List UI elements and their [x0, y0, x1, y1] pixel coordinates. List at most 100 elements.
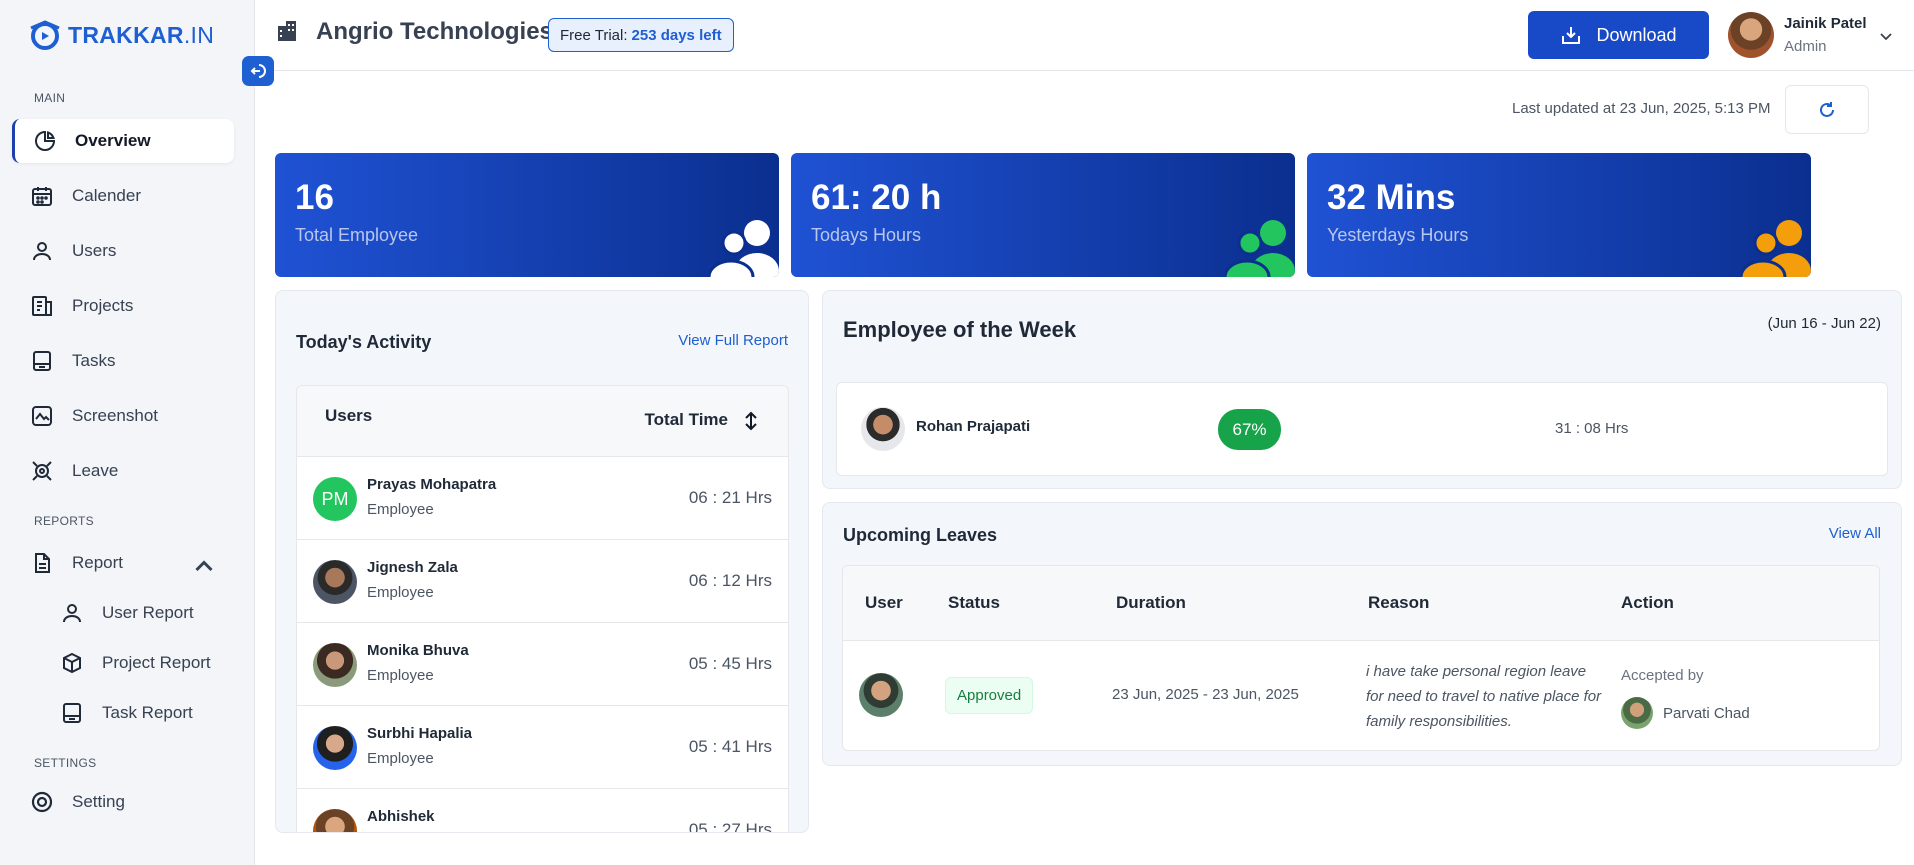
- trial-days: 253 days left: [631, 26, 722, 44]
- trial-badge: Free Trial: 253 days left: [548, 18, 734, 52]
- sidebar-collapse-button[interactable]: [242, 56, 274, 86]
- employee-of-week-panel: Employee of the Week (Jun 16 - Jun 22) R…: [822, 290, 1902, 489]
- sidebar-item-calender[interactable]: Calender: [12, 174, 234, 218]
- section-label-reports: REPORTS: [34, 514, 94, 528]
- sidebar-item-tasks[interactable]: Tasks: [12, 339, 234, 383]
- employee-name: Rohan Prajapati: [916, 418, 1031, 435]
- sidebar-item-screenshot[interactable]: Screenshot: [12, 394, 234, 438]
- leave-duration: 23 Jun, 2025 - 23 Jun, 2025: [1112, 686, 1299, 703]
- total-time: 06 : 12 Hrs: [688, 571, 772, 590]
- avatar: [1621, 697, 1653, 729]
- sidebar-item-label: Tasks: [72, 351, 116, 370]
- status-badge: Approved: [945, 677, 1034, 714]
- panel-title: Employee of the Week: [843, 317, 1077, 342]
- table-row[interactable]: Approved 23 Jun, 2025 - 23 Jun, 2025 i h…: [843, 641, 1879, 750]
- tasks-icon: [33, 351, 51, 371]
- leave-icon: [32, 461, 52, 481]
- table-row[interactable]: Surbhi Hapalia Employee 05 : 41 Hrs: [297, 706, 788, 789]
- building-icon: [278, 21, 296, 41]
- download-button[interactable]: Download: [1528, 11, 1709, 59]
- sidebar-item-report[interactable]: Report: [12, 541, 234, 585]
- employee-hours: 31 : 08 Hrs: [1555, 420, 1629, 437]
- stat-value: 61: 20 h: [811, 178, 942, 217]
- sidebar-item-label: Calender: [72, 186, 141, 205]
- upcoming-leaves-panel: Upcoming Leaves View All User Status Dur…: [822, 502, 1902, 766]
- avatar: [1728, 12, 1774, 58]
- brand-name: TRAKKAR.IN: [68, 21, 215, 48]
- projects-icon: [32, 296, 52, 316]
- view-all-link[interactable]: View All: [1829, 525, 1881, 542]
- accepted-by-name: Parvati Chad: [1663, 704, 1750, 722]
- sidebar-item-projects[interactable]: Projects: [12, 284, 234, 328]
- employee-name: Surbhi Hapalia: [367, 725, 473, 742]
- download-label: Download: [1596, 24, 1677, 45]
- avatar: [313, 560, 357, 604]
- sidebar-item-overview[interactable]: Overview: [12, 119, 234, 163]
- view-full-report-link[interactable]: View Full Report: [678, 332, 788, 349]
- accepted-by: Parvati Chad: [1621, 697, 1750, 729]
- cube-icon: [63, 652, 81, 674]
- sidebar-item-label: Project Report: [102, 653, 211, 672]
- logo-icon: [30, 20, 60, 50]
- last-updated-text: Last updated at 23 Jun, 2025, 5:13 PM: [1512, 100, 1771, 117]
- employee-role: Employee: [367, 667, 434, 684]
- column-header-reason: Reason: [1368, 593, 1430, 612]
- sidebar-item-user-report[interactable]: User Report: [42, 591, 232, 635]
- stat-label: Todays Hours: [811, 225, 922, 245]
- user-name: Jainik Patel: [1784, 15, 1867, 32]
- table-row[interactable]: PM Prayas Mohapatra Employee 06 : 21 Hrs: [297, 457, 788, 540]
- users-group-icon: [1741, 220, 1811, 277]
- total-time: 05 : 27 Hrs: [688, 820, 772, 833]
- user-menu[interactable]: Jainik Patel Admin: [1728, 12, 1867, 58]
- table-header: Users Total Time: [297, 386, 788, 457]
- sidebar-item-leave[interactable]: Leave: [12, 449, 234, 493]
- user-icon: [33, 242, 51, 261]
- report-icon: [35, 553, 50, 573]
- panel-title: Today's Activity: [296, 332, 432, 352]
- activity-table: Users Total Time PM Prayas Mohapatra Emp…: [296, 385, 789, 833]
- sidebar-item-label: Users: [72, 241, 117, 260]
- leave-reason: i have take personal region leave for ne…: [1366, 663, 1602, 730]
- section-label-main: MAIN: [34, 91, 66, 105]
- panel-title: Upcoming Leaves: [843, 525, 998, 545]
- sidebar-item-label: Screenshot: [72, 406, 158, 425]
- refresh-button[interactable]: [1785, 85, 1869, 134]
- stat-card-total-employee: 16 Total Employee: [275, 153, 779, 277]
- table-row[interactable]: Abhishek Employee 05 : 27 Hrs: [297, 789, 788, 833]
- chevron-down-icon[interactable]: [1878, 28, 1894, 44]
- top-header: Angrio Technologies Free Trial: 253 days…: [256, 0, 1914, 71]
- stat-card-todays-hours: 61: 20 h Todays Hours: [791, 153, 1295, 277]
- avatar: [313, 643, 357, 687]
- column-header-total-time[interactable]: Total Time: [645, 410, 728, 430]
- collapse-icon: [250, 64, 266, 78]
- column-header-duration: Duration: [1116, 593, 1186, 612]
- sidebar-item-label: Report: [72, 553, 124, 572]
- refresh-icon: [1820, 101, 1834, 117]
- tasks-icon: [63, 703, 81, 723]
- table-row[interactable]: Monika Bhuva Employee 05 : 45 Hrs: [297, 623, 788, 706]
- download-icon: [1562, 27, 1581, 44]
- brand-logo[interactable]: TRAKKAR.IN: [28, 18, 214, 52]
- sidebar-item-setting[interactable]: Setting: [12, 780, 234, 824]
- users-group-icon: [709, 220, 779, 277]
- sidebar-item-users[interactable]: Users: [12, 229, 234, 273]
- sidebar-item-label: Overview: [75, 131, 151, 150]
- table-header: User Status Duration Reason Action: [843, 566, 1879, 641]
- chevron-up-icon[interactable]: [192, 555, 216, 579]
- sidebar-item-task-report[interactable]: Task Report: [42, 691, 232, 735]
- sidebar: TRAKKAR.IN MAIN Overview Calender Users …: [0, 0, 255, 865]
- overview-icon: [35, 130, 56, 151]
- employee-of-week-card[interactable]: Rohan Prajapati 67% 31 : 08 Hrs: [836, 382, 1888, 476]
- sort-icon[interactable]: [742, 410, 760, 432]
- sidebar-item-label: Task Report: [102, 703, 193, 722]
- trial-prefix: Free Trial:: [560, 26, 628, 44]
- sidebar-item-label: Projects: [72, 296, 134, 315]
- employee-name: Prayas Mohapatra: [367, 476, 497, 493]
- leaves-table: User Status Duration Reason Action Appro…: [842, 565, 1880, 751]
- avatar: PM: [313, 477, 357, 521]
- table-row[interactable]: Jignesh Zala Employee 06 : 12 Hrs: [297, 540, 788, 623]
- stat-label: Yesterdays Hours: [1327, 225, 1469, 245]
- user-icon: [63, 604, 81, 623]
- user-role: Admin: [1784, 38, 1827, 55]
- sidebar-item-project-report[interactable]: Project Report: [42, 641, 232, 685]
